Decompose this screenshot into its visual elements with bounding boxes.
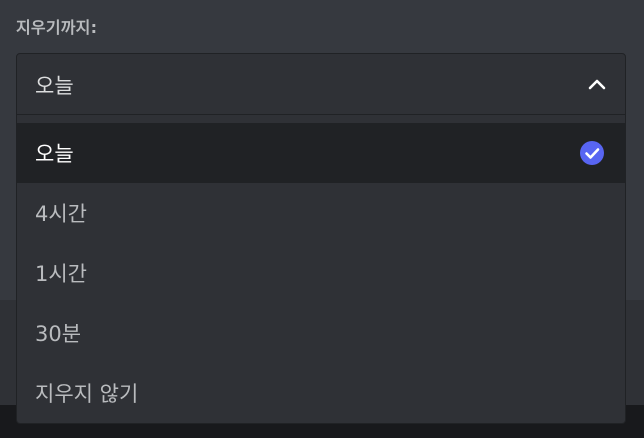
option-label: 지우지 않기 <box>35 382 139 406</box>
clear-after-select[interactable]: 오늘 <box>16 53 626 115</box>
option-30-minutes[interactable]: 30분 <box>17 303 625 363</box>
chevron-up-icon <box>588 79 606 90</box>
option-4-hours[interactable]: 4시간 <box>17 183 625 243</box>
check-circle-icon <box>580 141 604 165</box>
option-dont-clear[interactable]: 지우지 않기 <box>17 363 625 423</box>
option-1-hour[interactable]: 1시간 <box>17 243 625 303</box>
clear-after-label: 지우기까지: <box>16 18 98 37</box>
option-label: 30분 <box>35 322 82 346</box>
dropdown-menu: 오늘 4시간 1시간 30분 지우지 않기 <box>16 115 626 424</box>
option-label: 오늘 <box>35 142 74 166</box>
select-current-value: 오늘 <box>35 74 74 98</box>
option-label: 4시간 <box>35 202 88 226</box>
option-label: 1시간 <box>35 262 88 286</box>
option-today[interactable]: 오늘 <box>17 123 625 183</box>
